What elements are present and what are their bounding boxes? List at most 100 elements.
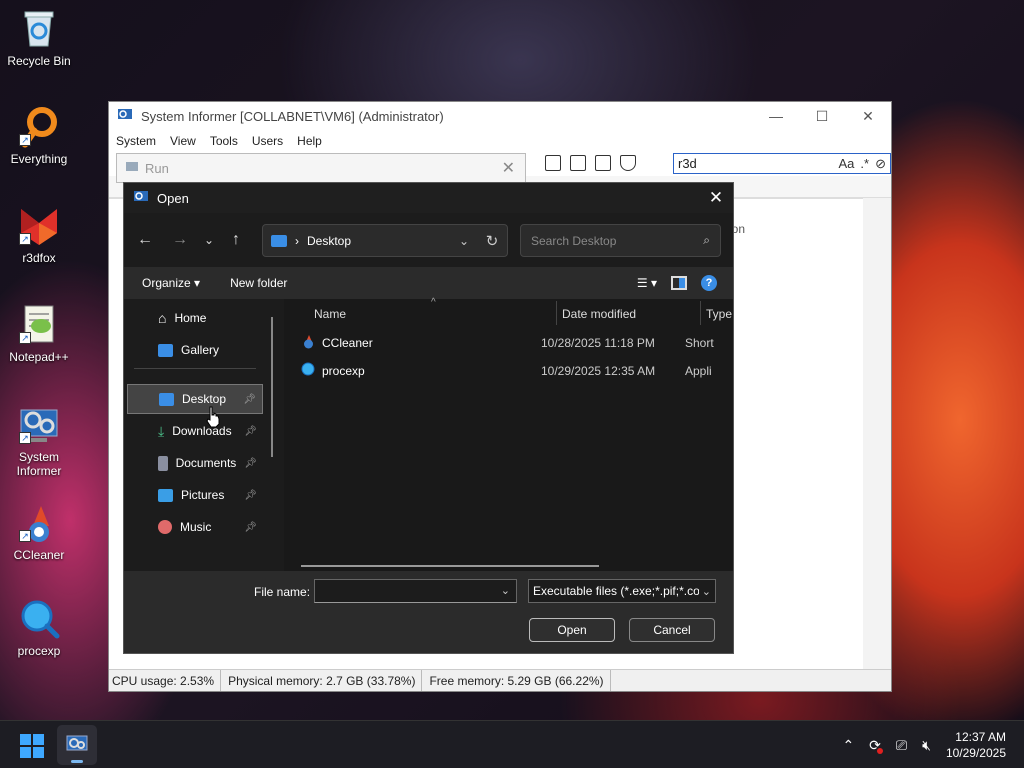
regex-toggle[interactable]: .* xyxy=(860,156,869,172)
file-name: CCleaner xyxy=(322,336,373,350)
file-list-header: Name ^ Date modified Type xyxy=(284,297,733,329)
sync-icon[interactable]: ⟳ xyxy=(869,737,883,754)
file-date-modified: 10/29/2025 12:35 AM xyxy=(541,364,656,378)
up-arrow-icon[interactable]: ↑ xyxy=(232,231,240,249)
horizontal-scrollbar[interactable] xyxy=(301,565,599,567)
display-icon[interactable]: ⎚ xyxy=(896,737,907,754)
file-type-filter-select[interactable]: Executable files (*.exe;*.pif;*.com ⌄ xyxy=(528,579,716,603)
desktop-icon-system-informer[interactable]: ↗ System Informer xyxy=(4,402,74,478)
system-informer-titlebar[interactable]: System Informer [COLLABNET\VM6] (Adminis… xyxy=(109,102,891,130)
show-hidden-icons-chevron-icon[interactable]: ⌃ xyxy=(842,737,854,754)
run-close-button[interactable]: ✕ xyxy=(502,158,525,178)
run-window[interactable]: Run ✕ xyxy=(116,153,526,183)
close-button[interactable]: ✕ xyxy=(845,108,891,125)
navigation-pane: ⌂ Home Gallery Desktop 📌︎ ⤓ Downloads 📌︎… xyxy=(124,299,284,571)
shortcut-arrow-icon: ↗ xyxy=(19,332,31,344)
terminate-icon[interactable] xyxy=(595,155,611,171)
column-header-name[interactable]: Name xyxy=(314,307,346,321)
address-dropdown-chevron-icon[interactable]: ⌄ xyxy=(459,234,469,248)
sidebar-item-pictures[interactable]: Pictures 📌︎ xyxy=(127,480,263,510)
match-case-toggle[interactable]: Aa xyxy=(839,156,855,172)
status-free-memory: Free memory: 5.29 GB (66.22%) xyxy=(426,670,611,691)
sidebar-item-desktop[interactable]: Desktop 📌︎ xyxy=(127,384,263,414)
desktop-icon-label: r3dfox xyxy=(22,251,56,265)
new-folder-button[interactable]: New folder xyxy=(200,276,287,290)
run-window-title: Run xyxy=(145,160,169,176)
desktop-icon-notepad-plus-plus[interactable]: ↗ Notepad++ xyxy=(4,302,74,364)
sidebar-item-downloads[interactable]: ⤓ Downloads 📌︎ xyxy=(127,416,263,446)
sidebar-item-home[interactable]: ⌂ Home xyxy=(127,303,263,333)
desktop-icon-everything[interactable]: ↗ Everything xyxy=(4,104,74,166)
r3dfox-icon: ↗ xyxy=(17,203,61,247)
breadcrumb-separator-icon: › xyxy=(295,233,299,248)
sidebar-divider xyxy=(134,368,256,369)
view-options-button[interactable]: ☰ ▾ xyxy=(637,276,657,290)
organize-button[interactable]: Organize ▾ xyxy=(124,276,200,290)
file-row[interactable]: CCleaner 10/28/2025 11:18 PM Short xyxy=(301,331,733,355)
gallery-icon xyxy=(158,343,173,357)
sidebar-item-documents[interactable]: Documents 📌︎ xyxy=(127,448,263,478)
menu-view[interactable]: View xyxy=(170,134,196,148)
system-informer-icon xyxy=(66,735,88,751)
refresh-icon[interactable]: ↻ xyxy=(477,232,507,250)
sidebar-item-label: Home xyxy=(174,311,207,325)
help-icon[interactable]: ? xyxy=(701,275,717,291)
open-dialog-titlebar[interactable]: Open ✕ xyxy=(124,183,733,213)
column-divider[interactable] xyxy=(556,301,557,325)
pin-icon[interactable]: 📌︎ xyxy=(244,522,263,533)
recycle-bin-icon xyxy=(17,6,61,50)
menu-help[interactable]: Help xyxy=(297,134,322,148)
minimize-button[interactable]: — xyxy=(753,108,799,125)
file-name-dropdown-chevron-icon[interactable]: ⌄ xyxy=(501,584,510,597)
taskbar-app-system-informer[interactable] xyxy=(57,725,97,765)
shortcut-arrow-icon: ↗ xyxy=(19,432,31,444)
desktop-icon-procexp[interactable]: procexp xyxy=(4,596,74,658)
menu-tools[interactable]: Tools xyxy=(210,134,238,148)
column-divider[interactable] xyxy=(700,301,701,325)
file-row[interactable]: procexp 10/29/2025 12:35 AM Appli xyxy=(301,359,733,383)
hand-cursor-icon xyxy=(205,406,221,431)
maximize-button[interactable]: ☐ xyxy=(799,108,845,125)
find-window-icon[interactable] xyxy=(570,155,586,171)
pin-icon[interactable]: 📌︎ xyxy=(244,458,263,469)
pin-icon[interactable]: 📌︎ xyxy=(244,426,263,437)
procexp-icon xyxy=(17,596,61,640)
column-header-date-modified[interactable]: Date modified xyxy=(562,307,636,321)
windows-logo-icon xyxy=(20,734,31,745)
clock-time: 12:37 AM xyxy=(955,730,1006,744)
preview-pane-icon[interactable] xyxy=(671,276,687,290)
column-header-type[interactable]: Type xyxy=(706,307,732,321)
open-dialog-close-button[interactable]: ✕ xyxy=(699,188,733,208)
breadcrumb-desktop[interactable]: Desktop xyxy=(307,234,351,248)
status-physical-memory: Physical memory: 2.7 GB (33.78%) xyxy=(225,670,423,691)
clock[interactable]: 12:37 AM 10/29/2025 xyxy=(946,729,1006,761)
recent-locations-chevron-icon[interactable]: ⌄ xyxy=(204,233,214,247)
window-icon[interactable] xyxy=(545,155,561,171)
menu-system[interactable]: System xyxy=(116,134,156,148)
search-input[interactable]: r3d Aa .* ⊘ xyxy=(673,153,891,174)
volume-muted-icon[interactable]: 🔇︎ xyxy=(922,737,931,754)
desktop-icon-recycle-bin[interactable]: Recycle Bin xyxy=(4,6,74,68)
shield-icon[interactable] xyxy=(620,155,636,171)
home-icon: ⌂ xyxy=(158,310,167,326)
menu-users[interactable]: Users xyxy=(252,134,283,148)
address-bar[interactable]: › Desktop ⌄ ↻ xyxy=(262,224,508,257)
open-button[interactable]: Open xyxy=(529,618,615,642)
dialog-footer: File name: ⌄ Executable files (*.exe;*.p… xyxy=(124,571,733,653)
ccleaner-icon xyxy=(301,334,316,352)
start-button[interactable] xyxy=(20,734,44,758)
forward-arrow-icon[interactable]: → xyxy=(172,231,188,249)
pin-icon[interactable]: 📌︎ xyxy=(243,394,262,405)
search-desktop-input[interactable]: Search Desktop ⌕ xyxy=(520,224,721,257)
back-arrow-icon[interactable]: ← xyxy=(137,231,153,249)
pin-icon[interactable]: 📌︎ xyxy=(244,490,263,501)
desktop-icon-label: System Informer xyxy=(16,450,62,478)
sidebar-item-gallery[interactable]: Gallery xyxy=(127,335,263,365)
sidebar-item-music[interactable]: Music 📌︎ xyxy=(127,512,263,542)
navigation-pane-scrollbar[interactable] xyxy=(271,317,273,457)
cancel-button[interactable]: Cancel xyxy=(629,618,715,642)
clear-search-icon[interactable]: ⊘ xyxy=(875,156,886,172)
file-name-input[interactable]: ⌄ xyxy=(314,579,517,603)
desktop-icon-r3dfox[interactable]: ↗ r3dfox xyxy=(4,203,74,265)
desktop-icon-ccleaner[interactable]: ↗ CCleaner xyxy=(4,500,74,562)
